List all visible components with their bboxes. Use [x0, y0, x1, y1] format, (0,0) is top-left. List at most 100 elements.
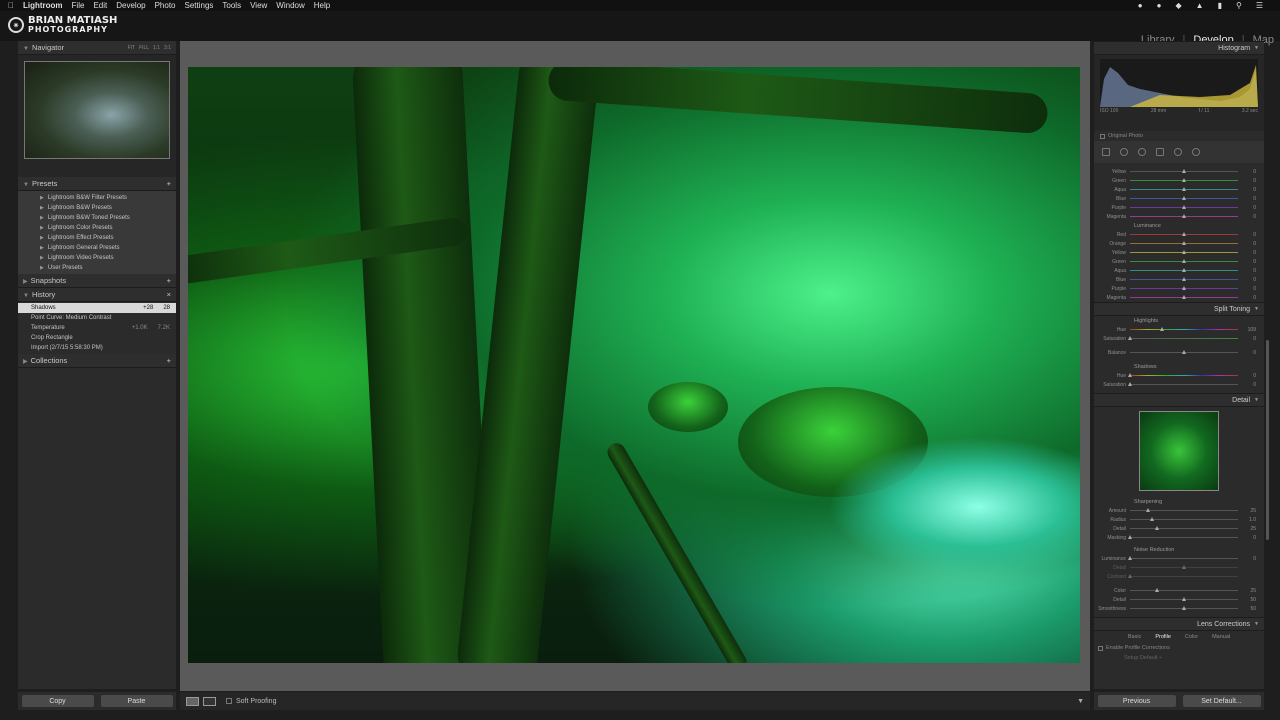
slider-value[interactable]: 0: [1238, 382, 1256, 388]
slider-row[interactable]: Luminance 0: [1094, 554, 1264, 563]
spot-removal-icon[interactable]: [1120, 148, 1128, 156]
slider-thumb[interactable]: [1182, 187, 1186, 191]
slider-track[interactable]: [1128, 556, 1238, 560]
slider-track[interactable]: [1128, 382, 1238, 386]
slider-track[interactable]: [1130, 517, 1238, 521]
hue-track[interactable]: [1128, 373, 1238, 377]
slider-track[interactable]: [1130, 187, 1238, 191]
slider-row[interactable]: Masking 0: [1094, 533, 1264, 542]
menu-photo[interactable]: Photo: [155, 1, 176, 10]
slider-track[interactable]: [1130, 295, 1238, 299]
slider-row[interactable]: Green 0: [1094, 176, 1264, 185]
slider-value[interactable]: 0: [1238, 556, 1256, 562]
slider-track[interactable]: [1130, 205, 1238, 209]
clear-history-icon[interactable]: ×: [167, 290, 171, 299]
detail-preview[interactable]: [1139, 411, 1219, 491]
slider-value[interactable]: 25: [1238, 588, 1256, 594]
slider-row[interactable]: Smoothness 50: [1094, 604, 1264, 613]
adjustment-brush-icon[interactable]: [1192, 148, 1200, 156]
history-item[interactable]: Point Curve: Medium Contrast: [18, 313, 176, 323]
search-icon[interactable]: ⚲: [1236, 1, 1242, 10]
lens-corrections-header[interactable]: Lens Corrections ▼: [1094, 617, 1264, 631]
status-icon[interactable]: ●: [1157, 1, 1162, 10]
slider-thumb[interactable]: [1146, 508, 1151, 512]
navigator-thumbnail[interactable]: [24, 61, 170, 159]
original-photo-toggle[interactable]: Original Photo: [1094, 131, 1264, 141]
slider-thumb[interactable]: [1128, 382, 1132, 386]
slider-thumb[interactable]: [1182, 250, 1186, 254]
slider-thumb[interactable]: [1182, 350, 1186, 354]
slider-value[interactable]: 1.0: [1238, 517, 1256, 523]
slider-value[interactable]: 0: [1238, 205, 1256, 211]
slider-thumb[interactable]: [1182, 241, 1186, 245]
history-item[interactable]: Crop Rectangle: [18, 333, 176, 343]
slider-thumb[interactable]: [1182, 196, 1186, 200]
slider-row[interactable]: Red 0: [1094, 230, 1264, 239]
menu-develop[interactable]: Develop: [116, 1, 145, 10]
original-photo-checkbox[interactable]: [1100, 133, 1105, 139]
apple-icon[interactable]: : [8, 1, 14, 10]
set-default-button[interactable]: Set Default...: [1182, 695, 1261, 707]
add-collection-icon[interactable]: +: [167, 356, 171, 365]
slider-row[interactable]: Amount 25: [1094, 506, 1264, 515]
slider-thumb[interactable]: [1182, 286, 1186, 290]
slider-row[interactable]: Aqua 0: [1094, 185, 1264, 194]
add-snapshot-icon[interactable]: +: [167, 276, 171, 285]
slider-track[interactable]: [1128, 336, 1238, 340]
slider-track[interactable]: [1130, 597, 1238, 601]
slider-row[interactable]: Saturation 0: [1094, 380, 1264, 389]
preset-folder[interactable]: ▶ Lightroom Effect Presets: [18, 233, 176, 243]
menu-window[interactable]: Window: [276, 1, 304, 10]
slider-track[interactable]: [1130, 588, 1238, 592]
wifi-icon[interactable]: ▲: [1196, 1, 1204, 10]
slider-row[interactable]: Saturation 0: [1094, 334, 1264, 343]
slider-thumb[interactable]: [1182, 295, 1186, 299]
list-icon[interactable]: ☰: [1256, 1, 1263, 10]
slider-row[interactable]: Detail 50: [1094, 595, 1264, 604]
split-toning-header[interactable]: Split Toning ▼: [1094, 302, 1264, 316]
slider-thumb[interactable]: [1149, 517, 1154, 521]
slider-track[interactable]: [1130, 268, 1238, 272]
history-item[interactable]: Temperature +1.0K 7.2K: [18, 323, 176, 333]
slider-row[interactable]: Green 0: [1094, 257, 1264, 266]
preset-folder[interactable]: ▶ Lightroom General Presets: [18, 243, 176, 253]
slider-thumb[interactable]: [1182, 268, 1186, 272]
history-header[interactable]: ▼ History ×: [18, 288, 176, 302]
menu-file[interactable]: File: [72, 1, 85, 10]
slider-row[interactable]: Purple 0: [1094, 203, 1264, 212]
slider-track[interactable]: [1130, 250, 1238, 254]
slider-thumb[interactable]: [1160, 327, 1165, 331]
slider-value[interactable]: 25: [1238, 508, 1256, 514]
slider-thumb[interactable]: [1182, 277, 1186, 281]
preset-folder[interactable]: ▶ Lightroom B&W Presets: [18, 203, 176, 213]
slider-value[interactable]: 0: [1238, 535, 1256, 541]
history-item[interactable]: Shadows +28 28: [18, 303, 176, 313]
slider-value[interactable]: 0: [1238, 214, 1256, 220]
slider-thumb[interactable]: [1155, 526, 1159, 530]
slider-value[interactable]: 0: [1238, 295, 1256, 301]
crop-icon[interactable]: [1102, 148, 1110, 156]
slider-value[interactable]: 0: [1238, 241, 1256, 247]
slider-value[interactable]: 0: [1238, 259, 1256, 265]
preset-folder[interactable]: ▶ Lightroom B&W Toned Presets: [18, 213, 176, 223]
slider-row[interactable]: Yellow 0: [1094, 167, 1264, 176]
tab-profile[interactable]: Profile: [1155, 634, 1171, 640]
soft-proofing-checkbox[interactable]: [226, 698, 232, 704]
slider-track[interactable]: [1130, 259, 1238, 263]
slider-thumb[interactable]: [1182, 178, 1186, 182]
preset-folder[interactable]: ▶ User Presets: [18, 263, 176, 273]
slider-value[interactable]: 0: [1238, 187, 1256, 193]
slider-row[interactable]: Blue 0: [1094, 194, 1264, 203]
slider-thumb[interactable]: [1128, 336, 1132, 340]
slider-row[interactable]: Magenta 0: [1094, 293, 1264, 302]
hue-track[interactable]: [1130, 327, 1238, 331]
slider-thumb[interactable]: [1182, 205, 1186, 209]
slider-row[interactable]: Aqua 0: [1094, 266, 1264, 275]
radial-filter-icon[interactable]: [1174, 148, 1182, 156]
snapshots-header[interactable]: ▶ Snapshots +: [18, 274, 176, 288]
slider-track[interactable]: [1130, 286, 1238, 290]
history-item[interactable]: Import (2/7/15 5:58:30 PM): [18, 343, 176, 353]
slider-thumb[interactable]: [1182, 597, 1186, 601]
enable-profile-corrections[interactable]: Enable Profile Corrections: [1094, 643, 1264, 653]
toolbar-menu-icon[interactable]: ▼: [1077, 698, 1084, 705]
